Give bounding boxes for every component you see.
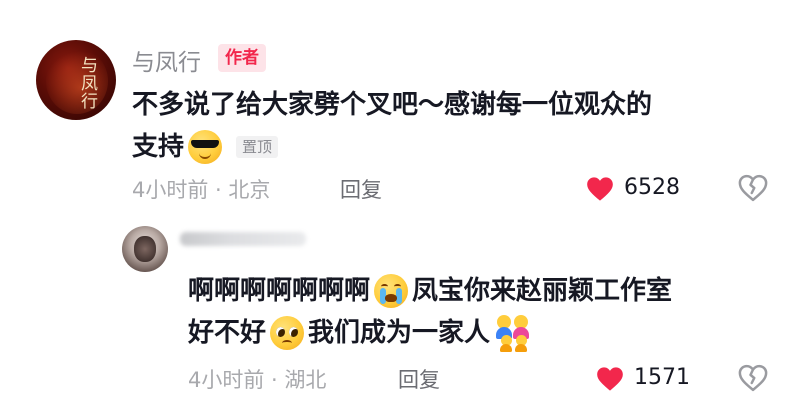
blurred-username <box>180 232 306 246</box>
comment-text-segment: 支持 <box>132 132 185 162</box>
comment-text-segment: 好不好 <box>188 318 267 348</box>
like-heart-icon[interactable] <box>596 366 624 392</box>
author-avatar[interactable]: 与凤行 <box>36 40 116 120</box>
like-count: 6528 <box>624 175 680 200</box>
comment-text-segment: 凤宝你来赵丽颖工作室 <box>412 276 673 306</box>
user-avatar[interactable] <box>122 226 168 272</box>
pleading-emoji <box>270 316 305 350</box>
comment-text-line: 好不好 我们成为一家人 <box>188 312 538 354</box>
dislike-broken-heart-icon[interactable] <box>738 174 768 202</box>
comment-text-line: 啊啊啊啊啊啊啊 凤宝你来赵丽颖工作室 <box>188 270 672 312</box>
comment-text-line: 支持 置顶 <box>132 126 279 168</box>
author-badge: 作者 <box>218 44 266 72</box>
comment-text-segment: 我们成为一家人 <box>308 318 491 348</box>
comment-text-line: 不多说了给大家劈个叉吧～感谢每一位观众的 <box>132 90 653 120</box>
family-emoji <box>494 313 534 353</box>
comment-timestamp-location: 4小时前 · 湖北 <box>188 368 327 392</box>
avatar-art <box>134 236 156 262</box>
comment-timestamp-location: 4小时前 · 北京 <box>132 178 271 202</box>
avatar-logo-text: 与凤行 <box>77 56 97 110</box>
comment-username[interactable]: 与凤行 <box>132 43 201 77</box>
reply-button[interactable]: 回复 <box>398 364 440 394</box>
crying-emoji <box>374 274 409 308</box>
comment-text-segment: 啊啊啊啊啊啊啊 <box>188 276 371 306</box>
pinned-badge: 置顶 <box>236 136 279 158</box>
like-count: 1571 <box>634 365 690 390</box>
cool-sunglasses-emoji <box>188 130 223 164</box>
dislike-broken-heart-icon[interactable] <box>738 364 768 392</box>
reply-button[interactable]: 回复 <box>340 174 382 204</box>
like-heart-icon[interactable] <box>586 176 614 202</box>
